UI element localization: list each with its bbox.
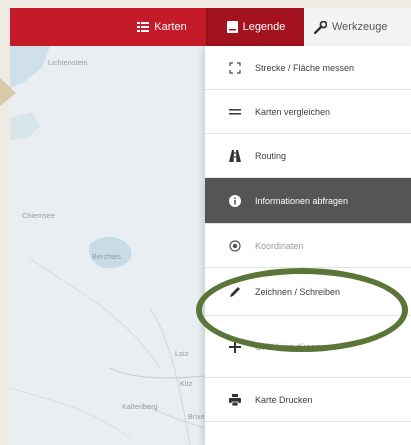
menu-item-print[interactable]: Karte Drucken <box>205 378 411 422</box>
top-navigation-bar: Karten Legende Werkzeuge <box>10 8 411 46</box>
pointer-arrow-icon <box>0 78 16 106</box>
menu-item-compare[interactable]: Karten vergleichen <box>205 90 411 134</box>
app-frame: Lichtenstein Chiemsee Berchtes Loiz Kitz… <box>10 8 411 445</box>
wrench-icon <box>314 20 327 34</box>
nav-karten-button[interactable]: Karten <box>118 8 206 46</box>
menu-item-label: Routing <box>255 150 287 161</box>
nav-werkzeuge-button[interactable]: Werkzeuge <box>304 8 411 46</box>
menu-item-label: Koordinaten <box>255 240 304 251</box>
road-icon <box>227 149 243 162</box>
map-place-label: Lichtenstein <box>48 60 88 67</box>
book-icon <box>226 21 238 33</box>
map-place-label: Chiemsee <box>22 213 56 220</box>
measure-icon <box>227 61 243 74</box>
nav-karten-label: Karten <box>154 21 187 33</box>
target-icon <box>227 239 243 252</box>
menu-item-label: Strecke / Fläche messen <box>255 62 355 73</box>
menu-item-info[interactable]: Informationen abfragen <box>205 178 411 224</box>
menu-item-label: Informationen abfragen <box>255 195 349 206</box>
map-place-label: Loiz <box>175 351 189 358</box>
map-place-label: Berchtes <box>92 254 122 261</box>
menu-item-measure[interactable]: Strecke / Fläche messen <box>205 46 411 90</box>
nav-legende-label: Legende <box>242 21 286 33</box>
highlight-ring-annotation <box>196 268 408 352</box>
compare-icon <box>227 107 243 117</box>
menu-item-label: Karte Drucken <box>255 394 313 405</box>
nav-legende-button[interactable]: Legende <box>206 8 305 46</box>
werkzeuge-dropdown-menu: Strecke / Fläche messen Karten vergleich… <box>204 46 411 445</box>
grid-icon <box>137 22 150 32</box>
menu-item-coordinates[interactable]: Koordinaten <box>205 224 411 268</box>
map-place-label: Kitz <box>180 381 193 388</box>
map-place-label: Kaltenberg <box>122 404 158 411</box>
print-icon <box>227 393 243 406</box>
menu-item-label: Karten vergleichen <box>255 106 331 117</box>
menu-item-routing[interactable]: Routing <box>205 134 411 178</box>
nav-werkzeuge-label: Werkzeuge <box>332 21 388 33</box>
info-icon <box>227 194 243 207</box>
